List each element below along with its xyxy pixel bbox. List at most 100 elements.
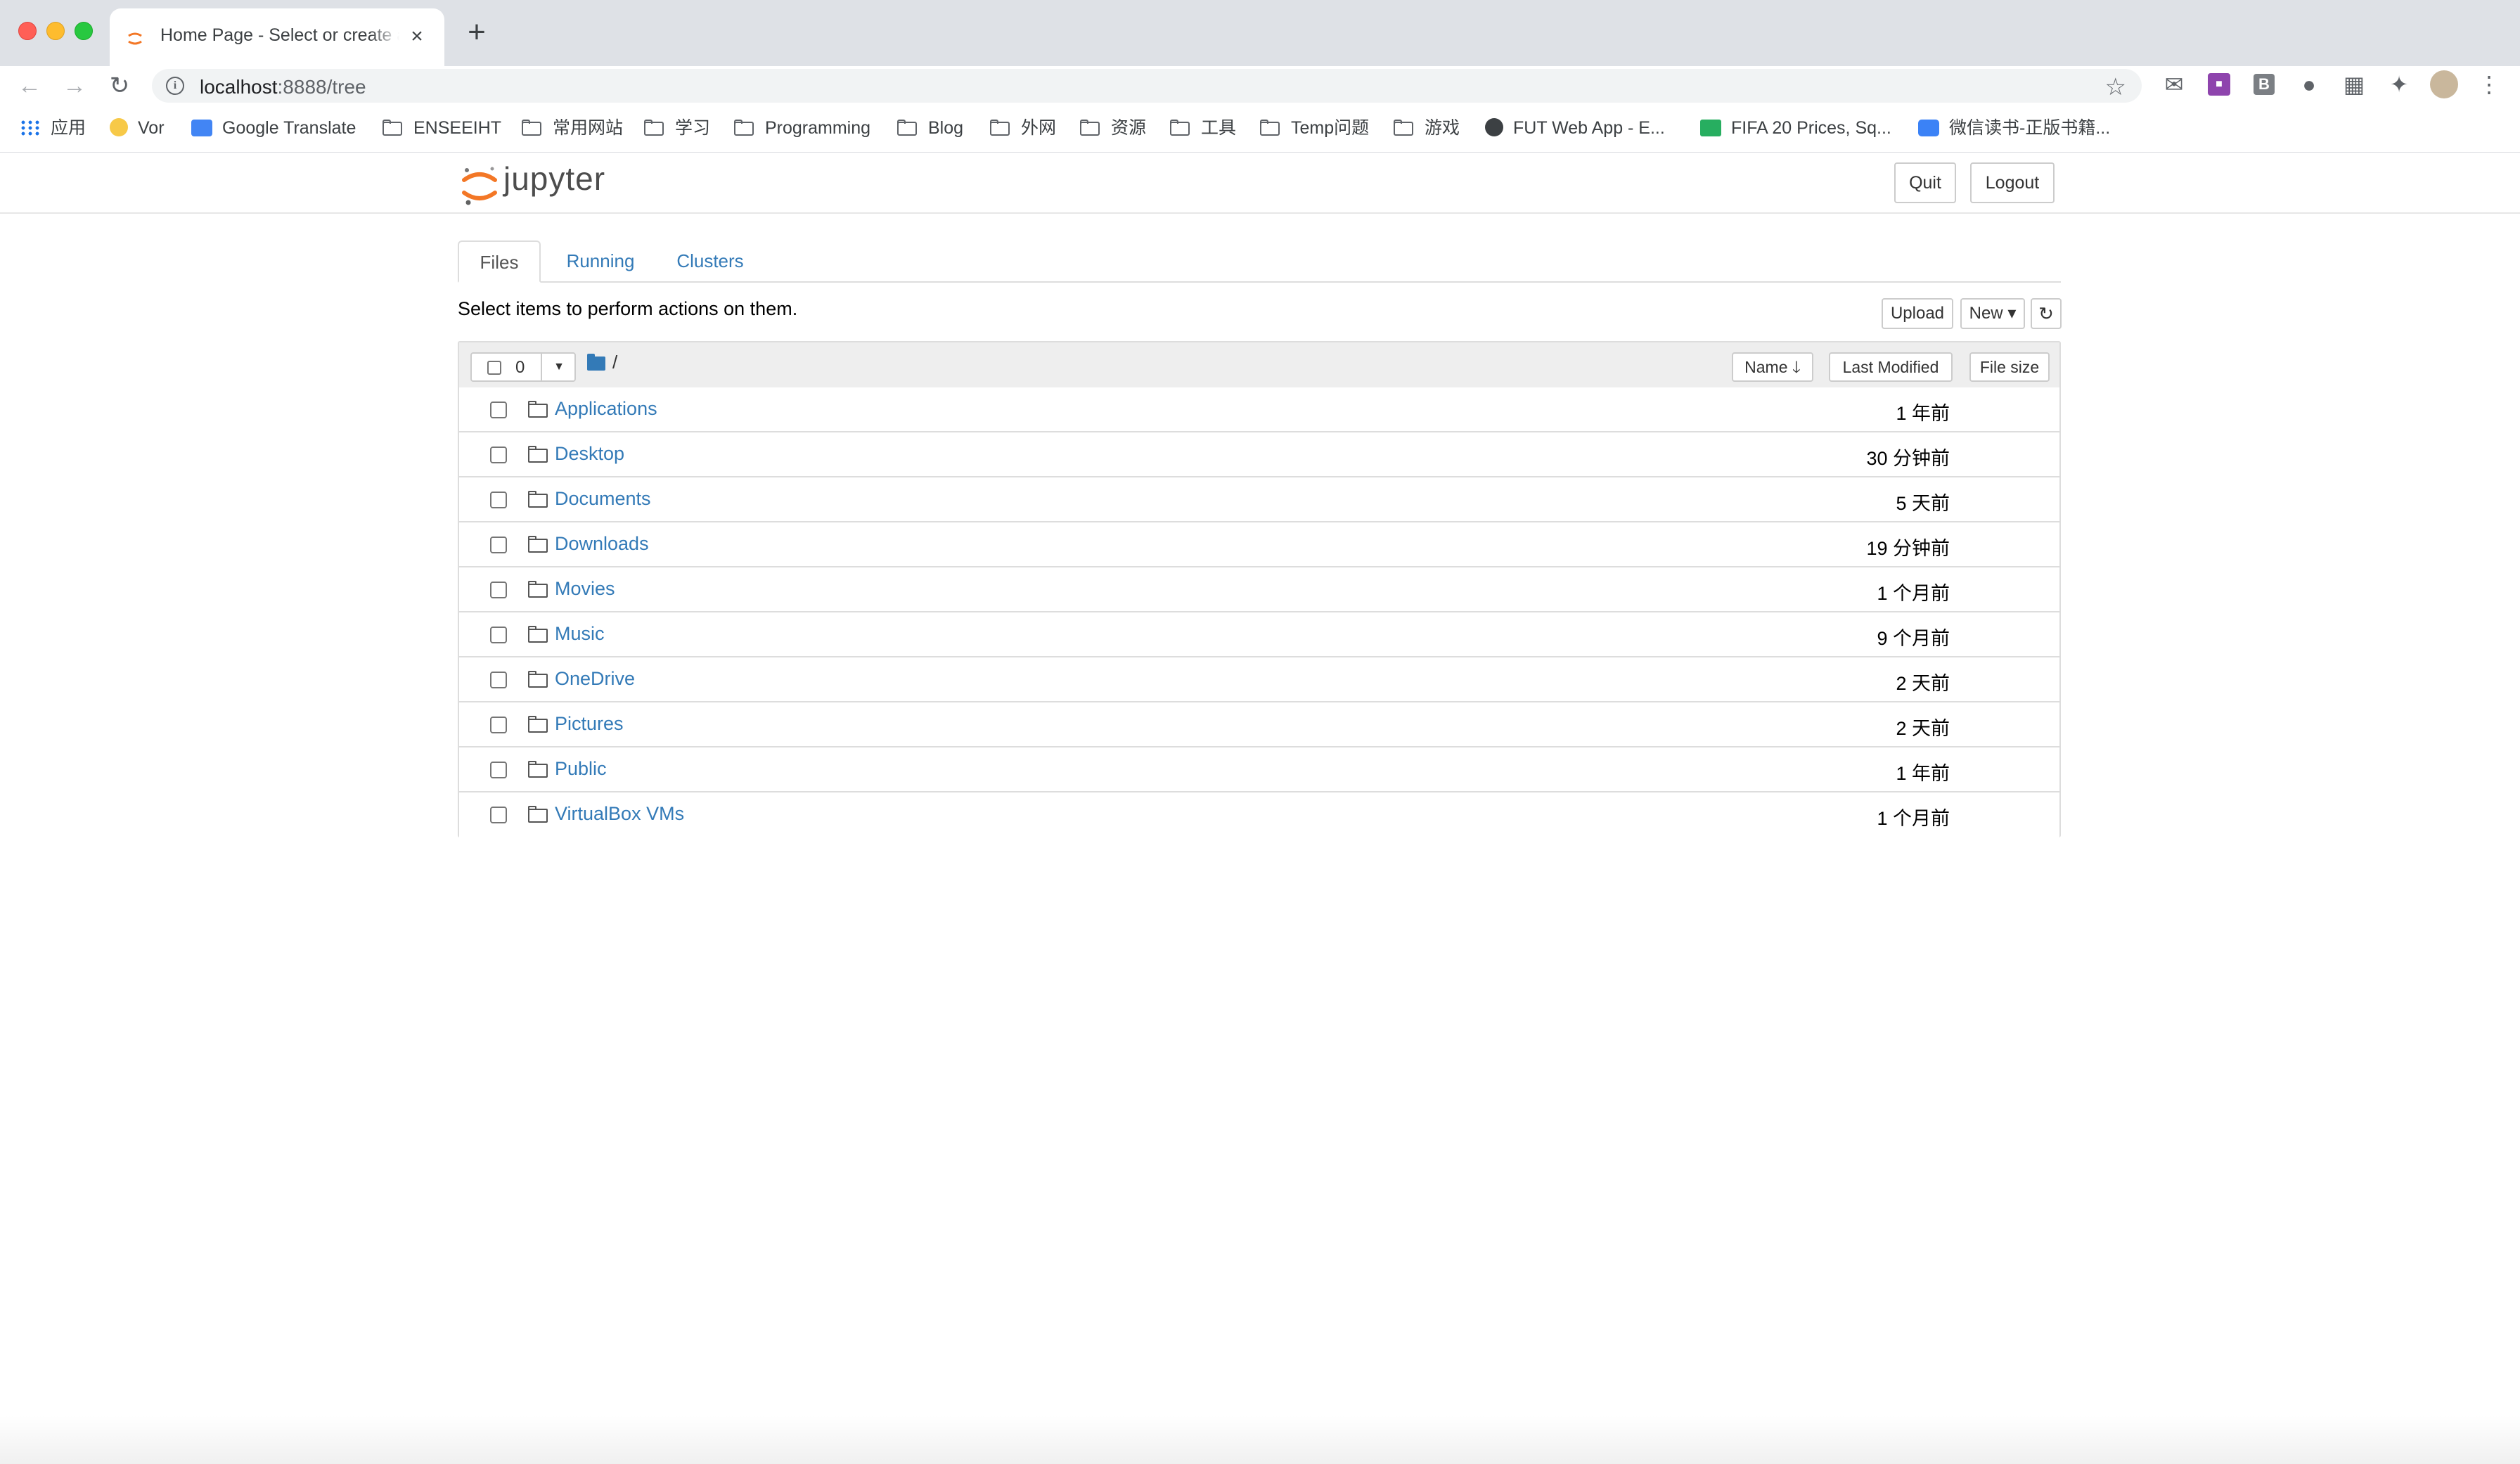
- file-name-link[interactable]: VirtualBox VMs: [555, 803, 684, 825]
- jupyter-logo-icon[interactable]: [461, 165, 498, 207]
- site-info-icon[interactable]: i: [166, 77, 184, 95]
- bookmark-folder-study[interactable]: 学习: [644, 115, 710, 141]
- file-name-link[interactable]: OneDrive: [555, 668, 635, 690]
- file-name-link[interactable]: Pictures: [555, 713, 624, 735]
- last-modified-text: 1 年前: [1896, 763, 1950, 784]
- row-checkbox[interactable]: [490, 672, 507, 688]
- file-name-link[interactable]: Documents: [555, 488, 651, 510]
- bookmark-label: 资源: [1111, 118, 1147, 138]
- select-all-checkbox[interactable]: [487, 361, 501, 375]
- quit-button[interactable]: Quit: [1894, 162, 1956, 203]
- jupyter-logo-text[interactable]: jupyter: [503, 160, 605, 198]
- bookmark-fifa-prices[interactable]: FIFA 20 Prices, Sq...: [1700, 115, 1891, 141]
- file-row[interactable]: Pictures 2 天前: [459, 702, 2059, 747]
- folder-icon: [528, 401, 548, 418]
- row-checkbox[interactable]: [490, 627, 507, 643]
- evernote-extension-icon[interactable]: ●: [2296, 72, 2322, 97]
- extensions-puzzle-icon[interactable]: ✦: [2386, 72, 2412, 97]
- bookmark-vor[interactable]: Vor: [110, 115, 165, 141]
- window-minimize-button[interactable]: [46, 22, 65, 40]
- folder-icon: [644, 120, 665, 136]
- bookmark-google-translate[interactable]: Google Translate: [191, 115, 356, 141]
- select-all-group[interactable]: 0 ▼: [470, 352, 576, 382]
- url-text[interactable]: localhost:8888/tree: [200, 76, 366, 98]
- row-checkbox[interactable]: [490, 537, 507, 553]
- file-row[interactable]: Applications 1 年前: [459, 387, 2059, 432]
- tab-running[interactable]: Running: [556, 240, 645, 281]
- row-checkbox[interactable]: [490, 447, 507, 463]
- bookmark-apps[interactable]: 应用: [20, 115, 86, 141]
- bookmark-folder-tools[interactable]: 工具: [1170, 115, 1236, 141]
- file-row[interactable]: Music 9 个月前: [459, 612, 2059, 657]
- bookmark-weread[interactable]: 微信读书-正版书籍...: [1918, 115, 2110, 141]
- bookmark-folder-temp[interactable]: Temp问题: [1260, 115, 1369, 141]
- new-label: New: [1969, 304, 2003, 323]
- new-dropdown-button[interactable]: New ▾: [1960, 298, 2025, 329]
- breadcrumb[interactable]: /: [612, 352, 617, 373]
- bookmark-folder-games[interactable]: 游戏: [1394, 115, 1460, 141]
- row-checkbox[interactable]: [490, 402, 507, 418]
- window-maximize-button[interactable]: [75, 22, 93, 40]
- window-bottom-shadow: [0, 1415, 2520, 1464]
- row-checkbox[interactable]: [490, 807, 507, 823]
- tab-files[interactable]: Files: [458, 240, 541, 283]
- browser-menu-icon[interactable]: ⋮: [2476, 72, 2502, 97]
- file-list: 0 ▼ / Name 🡓 Last Modified File size App…: [458, 341, 2061, 837]
- row-checkbox[interactable]: [490, 492, 507, 508]
- window-close-button[interactable]: [18, 22, 37, 40]
- refresh-button[interactable]: ↻: [2031, 298, 2062, 329]
- refresh-icon: ↻: [2038, 303, 2054, 324]
- new-tab-button[interactable]: +: [461, 17, 492, 49]
- row-checkbox[interactable]: [490, 717, 507, 733]
- upload-button[interactable]: Upload: [1882, 298, 1953, 329]
- bookmark-star-icon[interactable]: ☆: [2105, 73, 2126, 101]
- sort-by-name-button[interactable]: Name 🡓: [1732, 352, 1813, 382]
- reload-icon[interactable]: ↻: [107, 73, 132, 98]
- back-arrow-icon[interactable]: ←: [17, 73, 42, 98]
- bookmark-folder-resources[interactable]: 资源: [1080, 115, 1146, 141]
- bookmark-folder-programming[interactable]: Programming: [734, 115, 870, 141]
- bookmark-label: 微信读书-正版书籍...: [1949, 118, 2111, 138]
- profile-avatar[interactable]: [2430, 70, 2458, 98]
- file-row[interactable]: Downloads 19 分钟前: [459, 522, 2059, 567]
- last-modified-text: 1 个月前: [1877, 808, 1950, 829]
- file-name-link[interactable]: Public: [555, 758, 607, 780]
- bookmark-folder-blog[interactable]: Blog: [897, 115, 963, 141]
- sort-by-file-size-button[interactable]: File size: [1969, 352, 2050, 382]
- file-row[interactable]: Documents 5 天前: [459, 477, 2059, 522]
- bookmark-fut-web-app[interactable]: FUT Web App - E...: [1485, 115, 1665, 141]
- address-bar[interactable]: i localhost:8888/tree ☆: [152, 69, 2142, 103]
- folder-icon: [528, 536, 548, 553]
- file-row[interactable]: Public 1 年前: [459, 747, 2059, 792]
- row-checkbox[interactable]: [490, 582, 507, 598]
- selected-count: 0: [515, 358, 525, 377]
- bookmark-folder-common-sites[interactable]: 常用网站: [522, 115, 623, 141]
- tab-close-icon[interactable]: ×: [406, 26, 428, 47]
- purple-extension-icon[interactable]: ■: [2206, 72, 2232, 97]
- logout-button[interactable]: Logout: [1970, 162, 2055, 203]
- select-dropdown-caret-icon[interactable]: ▼: [541, 354, 576, 380]
- sort-by-last-modified-button[interactable]: Last Modified: [1829, 352, 1953, 382]
- file-name-link[interactable]: Music: [555, 623, 605, 645]
- file-row[interactable]: Desktop 30 分钟前: [459, 432, 2059, 477]
- browser-titlebar: Home Page - Select or create a notebook …: [0, 0, 2520, 66]
- row-checkbox[interactable]: [490, 762, 507, 778]
- file-row[interactable]: Movies 1 个月前: [459, 567, 2059, 612]
- file-row[interactable]: OneDrive 2 天前: [459, 657, 2059, 702]
- bookmark-folder-enseeiht[interactable]: ENSEEIHT: [382, 115, 501, 141]
- emoji-icon: [110, 118, 128, 136]
- tab-clusters[interactable]: Clusters: [662, 240, 759, 281]
- file-list-header: 0 ▼ / Name 🡓 Last Modified File size: [459, 342, 2059, 389]
- grid-extension-icon[interactable]: ▦: [2341, 72, 2367, 97]
- file-name-link[interactable]: Downloads: [555, 533, 649, 555]
- browser-tab-active[interactable]: Home Page - Select or create a notebook …: [110, 8, 444, 66]
- file-name-link[interactable]: Movies: [555, 578, 615, 600]
- file-name-link[interactable]: Desktop: [555, 443, 624, 465]
- file-name-link[interactable]: Applications: [555, 398, 657, 420]
- file-row[interactable]: VirtualBox VMs 1 个月前: [459, 792, 2059, 837]
- breadcrumb-folder-icon[interactable]: [587, 354, 605, 371]
- bookmark-folder-foreign-net[interactable]: 外网: [990, 115, 1056, 141]
- forward-arrow-icon[interactable]: →: [62, 73, 87, 98]
- b-extension-icon[interactable]: B: [2251, 72, 2277, 97]
- mail-extension-icon[interactable]: ✉: [2161, 72, 2187, 97]
